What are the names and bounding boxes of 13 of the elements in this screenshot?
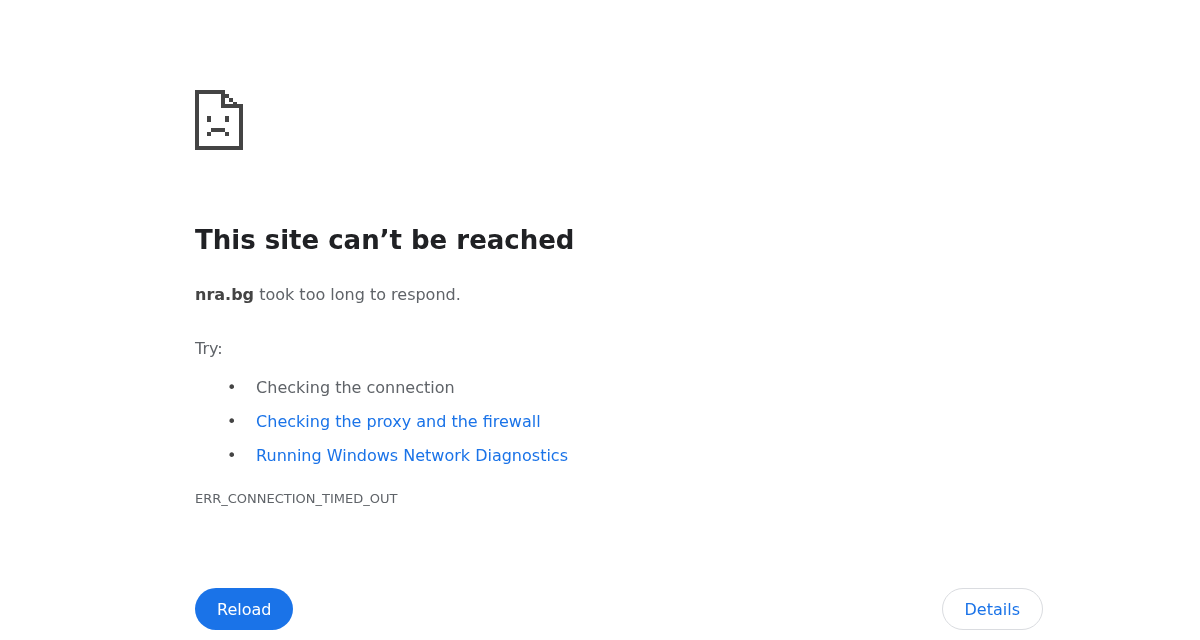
- details-button[interactable]: Details: [941, 588, 1043, 630]
- suggestion-link[interactable]: Checking the proxy and the firewall: [256, 412, 541, 431]
- error-message: nra.bg took too long to respond.: [195, 284, 462, 306]
- bullet: •: [227, 411, 238, 433]
- reload-button[interactable]: Reload: [195, 588, 294, 630]
- suggestion-link[interactable]: Running Windows Network Diagnostics: [256, 446, 568, 465]
- try-label: Try:: [195, 338, 224, 360]
- sad-page-icon: [195, 90, 243, 150]
- bullet: •: [227, 445, 238, 467]
- error-heading: This site can’t be reached: [195, 224, 576, 257]
- suggestion-text: Checking the connection: [256, 378, 455, 397]
- bullet: •: [227, 377, 238, 399]
- error-code: ERR_CONNECTION_TIMED_OUT: [195, 490, 399, 508]
